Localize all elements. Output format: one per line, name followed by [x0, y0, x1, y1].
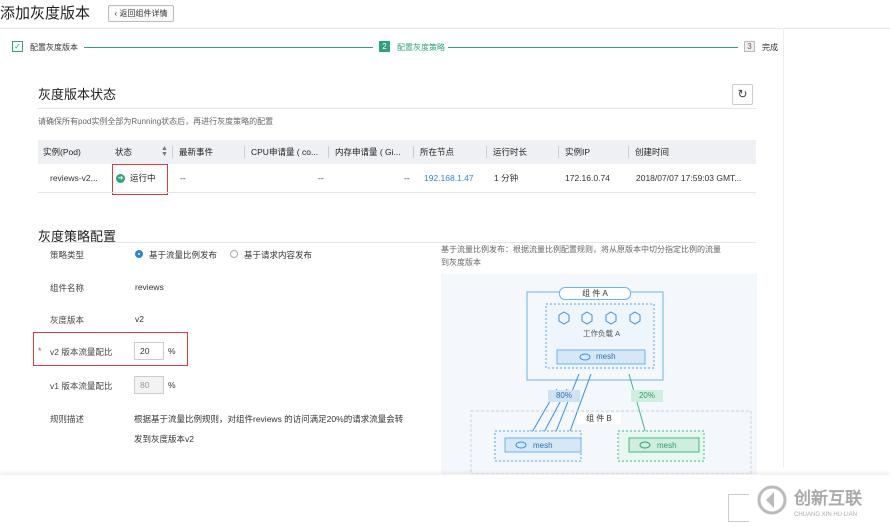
v2-ratio-label: v2 版本流量配比	[50, 347, 113, 357]
cell-mem: --	[404, 173, 410, 183]
traffic-diagram: 组 件 A 工作负载 A mesh 80% 20% 组 件 B mesh mes…	[441, 274, 757, 475]
col-event: 最新事件	[179, 147, 214, 157]
col-sep	[486, 146, 487, 158]
row-divider	[38, 192, 756, 193]
status-divider	[38, 108, 756, 109]
traffic-ratio-radio[interactable]	[135, 250, 143, 258]
col-created: 创建时间	[635, 147, 670, 157]
arrow-80-4	[567, 373, 592, 437]
group-a-label: 组 件 A	[559, 287, 631, 300]
action-button[interactable]	[728, 494, 749, 522]
step-1-check-icon: ✓	[12, 41, 23, 52]
step-connector-1	[84, 47, 373, 48]
refresh-icon: ↻	[737, 87, 748, 101]
col-cpu: CPU申请量 ( co...	[251, 147, 319, 157]
col-mem: 内存申请量 ( Gi...	[335, 147, 401, 157]
diagram-desc-line1: 基于流量比例发布：根据流量比例配置规则，将从原版本中切分指定比例的流量	[441, 245, 721, 254]
gray-version-value: v2	[135, 314, 144, 324]
col-ip: 实例IP	[565, 147, 591, 157]
cell-event: --	[180, 173, 186, 183]
col-pod: 实例(Pod)	[43, 147, 81, 157]
watermark-logo: 创新互联 CHUANG XIN HU LIAN	[752, 480, 890, 527]
status-section-title: 灰度版本状态	[38, 87, 117, 102]
request-content-option[interactable]: 基于请求内容发布	[244, 249, 312, 261]
back-to-component-button[interactable]: ‹ 返回组件详情	[108, 5, 174, 22]
request-content-radio[interactable]	[230, 250, 238, 258]
back-button-label: 返回组件详情	[119, 9, 168, 18]
cell-ip: 172.16.0.74	[565, 173, 610, 183]
chevron-left-icon: ‹	[114, 9, 118, 18]
pct-80-badge: 80%	[548, 390, 580, 402]
step-3-number: 3	[744, 41, 755, 52]
gray-version-label: 灰度版本	[50, 315, 85, 325]
content-right-border	[783, 28, 784, 468]
traffic-ratio-option[interactable]: 基于流量比例发布	[149, 249, 217, 261]
page-title: 添加灰度版本	[0, 5, 91, 22]
step-2-number: 2	[379, 41, 390, 52]
workload-a-label: 工作负载 A	[583, 329, 621, 338]
mesh-v2-label: mesh	[657, 441, 677, 450]
pct-20-badge: 20%	[631, 390, 663, 402]
v1-ratio-input: 80	[134, 376, 164, 394]
step-2-label: 配置灰度策略	[397, 43, 445, 52]
strategy-divider	[38, 242, 756, 243]
sort-icon[interactable]: ▲ ▼	[161, 145, 168, 158]
strategy-type-label: 策略类型	[50, 250, 85, 260]
col-sep	[413, 146, 414, 158]
pod-table-header: 实例(Pod) 状态 ▲ ▼ 最新事件 CPU申请量 ( co... 内存申请量 …	[38, 140, 756, 164]
step-1-label: 配置灰度版本	[30, 43, 78, 52]
diagram-desc-line2: 到灰度版本	[441, 258, 481, 267]
v2-percent: %	[168, 346, 176, 356]
rule-desc-line1: 根据基于流量比例规则，对组件reviews 的访问满足20%的请求流量会转	[134, 414, 404, 424]
col-sep	[628, 146, 629, 158]
required-asterisk: *	[38, 346, 42, 356]
arrow-20	[628, 373, 649, 437]
step-connector-2	[448, 47, 738, 48]
rule-desc-label: 规则描述	[50, 414, 85, 424]
cell-created: 2018/07/07 17:59:03 GMT...	[636, 173, 742, 183]
v1-percent: %	[168, 380, 176, 390]
col-sep	[244, 146, 245, 158]
component-name-value: reviews	[135, 282, 164, 292]
refresh-button[interactable]: ↻	[732, 84, 753, 105]
cell-status: 运行中	[130, 173, 156, 183]
cell-uptime: 1 分钟	[494, 173, 519, 183]
col-sep	[558, 146, 559, 158]
mesh-v1-label: mesh	[533, 441, 553, 450]
group-b-label: 组 件 B	[577, 413, 621, 424]
cell-pod: reviews-v2...	[50, 173, 98, 183]
svg-text:CHUANG XIN HU LIAN: CHUANG XIN HU LIAN	[794, 512, 857, 518]
component-name-label: 组件名称	[50, 283, 85, 293]
mesh-a-label: mesh	[596, 352, 616, 361]
col-uptime: 运行时长	[493, 147, 528, 157]
traffic-diagram-svg	[470, 291, 752, 475]
status-hint: 请确保所有pod实例全部为Running状态后，再进行灰度策略的配置	[38, 117, 274, 126]
svg-text:创新互联: 创新互联	[793, 488, 862, 508]
col-sep	[328, 146, 329, 158]
node-link[interactable]: 192.168.1.47	[424, 165, 484, 191]
rule-desc-line2: 发到灰度版本v2	[134, 434, 194, 444]
col-sep	[172, 146, 173, 158]
cell-cpu: --	[318, 173, 324, 183]
v1-ratio-label: v1 版本流量配比	[50, 381, 113, 391]
col-node: 所在节点	[420, 147, 455, 157]
v2-ratio-input[interactable]: 20	[134, 342, 164, 360]
step-3-label: 完成	[762, 43, 778, 52]
header-divider	[0, 28, 890, 29]
running-icon: ➜	[116, 174, 125, 183]
